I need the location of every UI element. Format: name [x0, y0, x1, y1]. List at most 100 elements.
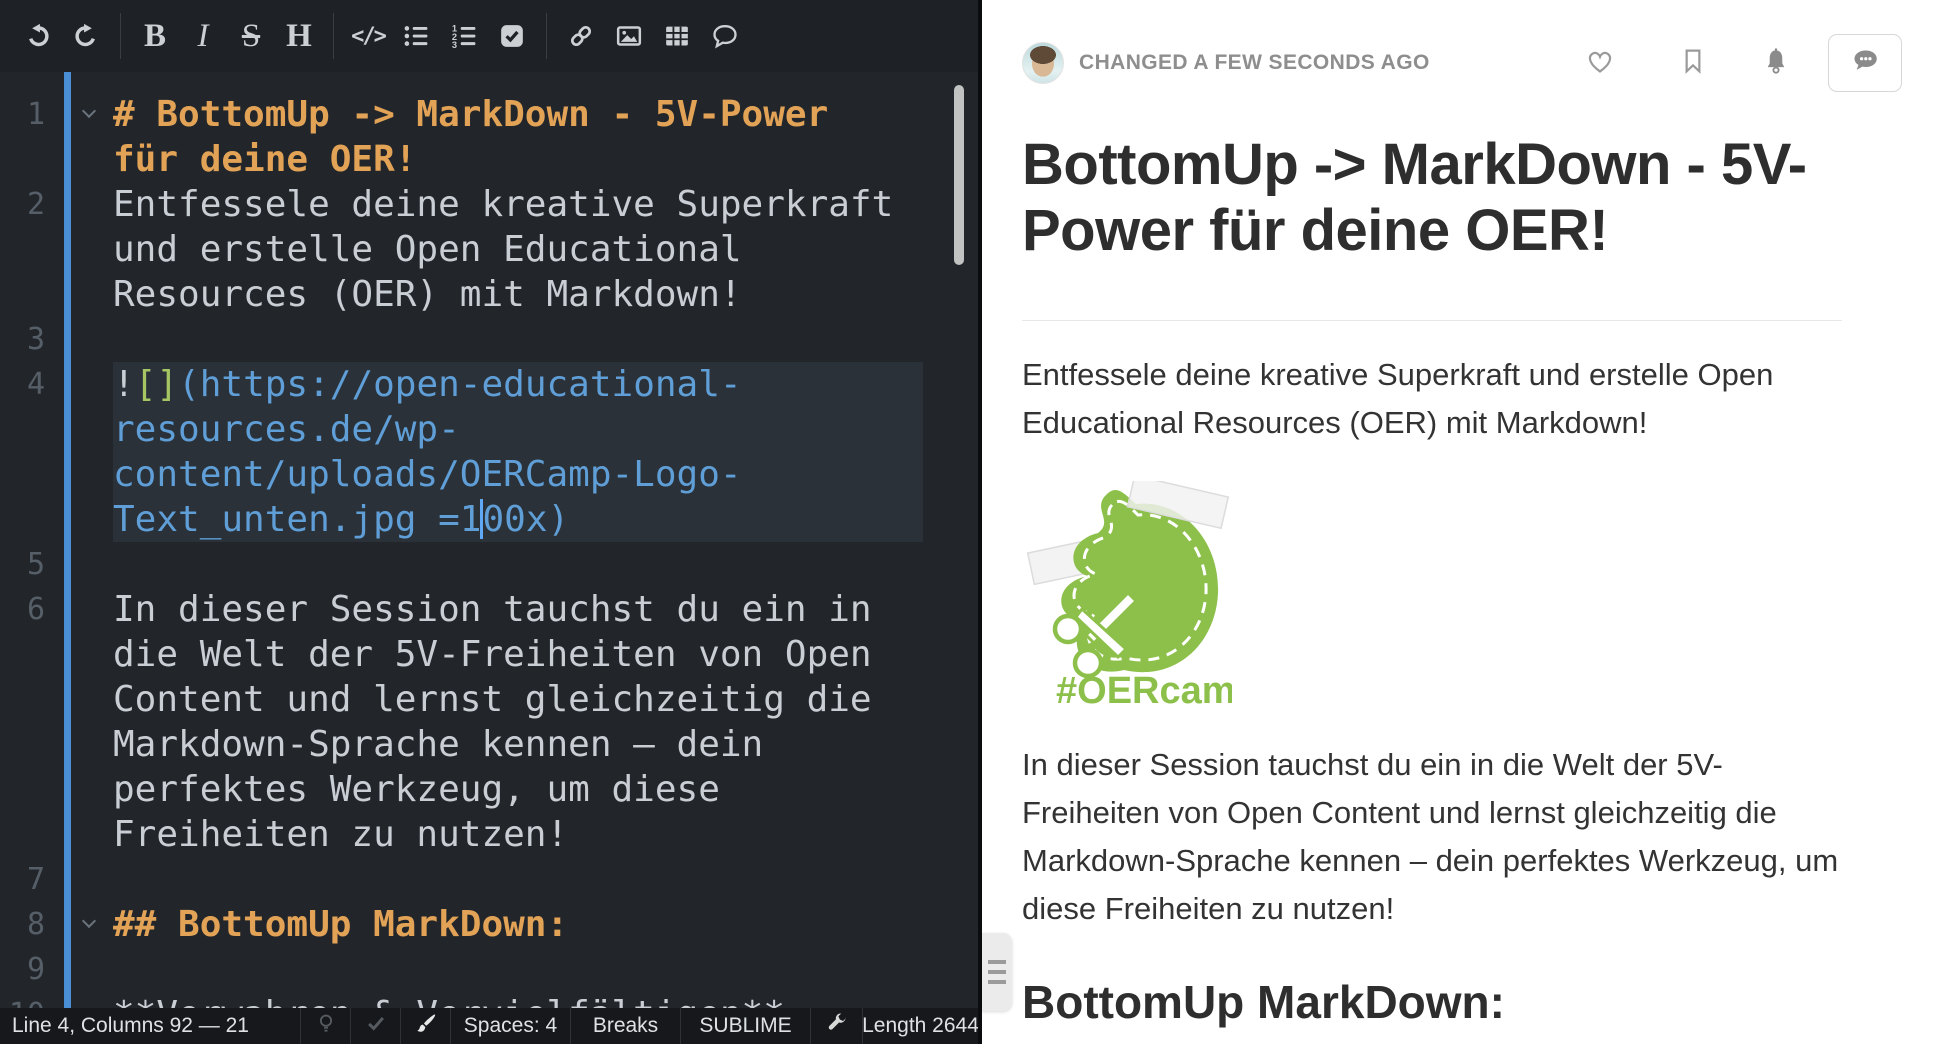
undo-icon [25, 23, 51, 49]
italic-button[interactable]: I [179, 12, 227, 60]
statusbar: Line 4, Columns 92 — 21 Spaces: 4 Breaks… [0, 1008, 978, 1044]
line-number: 7 [0, 857, 58, 902]
fold-gutter [58, 587, 113, 632]
editor-line[interactable]: 2Entfessele deine kreative Superkraftund… [0, 182, 978, 317]
line-content [113, 947, 923, 992]
fold-gutter [58, 902, 113, 947]
comment-button[interactable] [701, 12, 749, 60]
markdown-editor[interactable]: 1# BottomUp -> MarkDown - 5V-Powerfür de… [0, 72, 978, 1044]
linebreak-setting[interactable]: Breaks [570, 1008, 680, 1044]
ordered-list-icon: 123 [451, 23, 477, 49]
redo-button[interactable] [62, 12, 110, 60]
image-button[interactable] [605, 12, 653, 60]
preview-title: BottomUp -> MarkDown - 5V-Power für dein… [1022, 132, 1842, 264]
strikethrough-button[interactable]: S [227, 12, 275, 60]
editor-line[interactable]: 5 [0, 542, 978, 587]
preview-pane: CHANGED A FEW SECONDS AGO [982, 0, 1938, 1044]
line-content [113, 542, 923, 587]
comment-icon [711, 22, 739, 50]
avatar[interactable] [1022, 42, 1064, 84]
wrench-icon [826, 1012, 848, 1040]
fold-gutter [58, 362, 113, 407]
fold-gutter [58, 947, 113, 992]
fold-gutter [58, 317, 113, 362]
fold-gutter [58, 542, 113, 587]
check-icon [365, 1012, 387, 1040]
line-number: 4 [0, 362, 58, 407]
oercamp-logo-image: #OERcamp [1022, 481, 1232, 713]
fold-gutter [58, 857, 113, 902]
line-content: Entfessele deine kreative Superkraftund … [113, 182, 923, 317]
comments-panel-button[interactable] [1828, 34, 1902, 92]
code-button[interactable]: </> [344, 12, 392, 60]
notifications-button[interactable] [1760, 45, 1792, 82]
editor-lines: 1# BottomUp -> MarkDown - 5V-Powerfür de… [0, 92, 978, 1037]
logo-text: #OERcamp [1056, 670, 1232, 712]
fold-chevron-icon[interactable] [82, 104, 96, 118]
cursor-position: Line 4, Columns 92 — 21 [0, 1008, 300, 1044]
theme-picker[interactable] [400, 1008, 450, 1044]
toolbar-separator [333, 13, 334, 59]
split-drag-handle[interactable] [982, 933, 1012, 1011]
keymap-setting[interactable]: SUBLIME [680, 1008, 810, 1044]
code-icon: </> [351, 24, 385, 49]
indent-setting[interactable]: Spaces: 4 [450, 1008, 570, 1044]
editor-line[interactable]: 8## BottomUp MarkDown: [0, 902, 978, 947]
editor-scrollbar-thumb[interactable] [954, 85, 964, 265]
editor-line[interactable]: 1# BottomUp -> MarkDown - 5V-Powerfür de… [0, 92, 978, 182]
svg-text:3: 3 [452, 40, 457, 49]
line-content: ![](https://open-educational-resources.d… [113, 362, 923, 542]
heart-icon [1584, 45, 1616, 82]
preview-content: CHANGED A FEW SECONDS AGO [982, 40, 1938, 1044]
heading-button[interactable]: H [275, 12, 323, 60]
ordered-list-button[interactable]: 123 [440, 12, 488, 60]
bell-icon [1760, 45, 1792, 82]
line-number: 5 [0, 542, 58, 587]
link-icon [568, 23, 594, 49]
preferences-button[interactable] [810, 1008, 862, 1044]
line-number: 9 [0, 947, 58, 992]
bold-icon: B [144, 18, 166, 55]
link-button[interactable] [557, 12, 605, 60]
bookmark-button[interactable] [1678, 46, 1708, 81]
strikethrough-icon: S [242, 18, 260, 55]
line-number: 3 [0, 317, 58, 362]
redo-icon [73, 23, 99, 49]
document-length: Length 2644 [862, 1008, 978, 1044]
last-changed-label: CHANGED A FEW SECONDS AGO [1079, 51, 1430, 75]
line-content [113, 317, 923, 362]
editor-toolbar: B I S H </> 123 [0, 0, 978, 72]
editor-line[interactable]: 4 ![](https://open-educational-resources.… [0, 362, 978, 542]
line-number: 6 [0, 587, 58, 632]
editor-pane: B I S H </> 123 [0, 0, 982, 1044]
night-mode-toggle[interactable] [300, 1008, 350, 1044]
task-list-button[interactable] [488, 12, 536, 60]
editor-line[interactable]: 6In dieser Session tauchst du ein indie … [0, 587, 978, 857]
undo-button[interactable] [14, 12, 62, 60]
like-button[interactable] [1584, 45, 1616, 82]
bold-button[interactable]: B [131, 12, 179, 60]
editor-line[interactable]: 9 [0, 947, 978, 992]
preview-header: CHANGED A FEW SECONDS AGO [1022, 40, 1902, 86]
image-icon [616, 23, 642, 49]
line-content [113, 857, 923, 902]
fold-chevron-icon[interactable] [82, 914, 96, 928]
table-icon [664, 23, 690, 49]
spellcheck-toggle[interactable] [350, 1008, 400, 1044]
heading-icon: H [286, 18, 312, 55]
preview-subheading: BottomUp MarkDown: [1022, 975, 1902, 1029]
bookmark-icon [1678, 46, 1708, 81]
toolbar-separator [546, 13, 547, 59]
fold-gutter [58, 182, 113, 227]
bullet-list-icon [403, 23, 429, 49]
bullet-list-button[interactable] [392, 12, 440, 60]
table-button[interactable] [653, 12, 701, 60]
preview-paragraph-1: Entfessele deine kreative Superkraft und… [1022, 351, 1842, 447]
line-number: 8 [0, 902, 58, 947]
editor-line[interactable]: 3 [0, 317, 978, 362]
editor-line[interactable]: 7 [0, 857, 978, 902]
preview-actions [1584, 34, 1902, 92]
preview-paragraph-2: In dieser Session tauchst du ein in die … [1022, 741, 1842, 933]
title-divider [1022, 320, 1842, 321]
app: B I S H </> 123 [0, 0, 1938, 1044]
